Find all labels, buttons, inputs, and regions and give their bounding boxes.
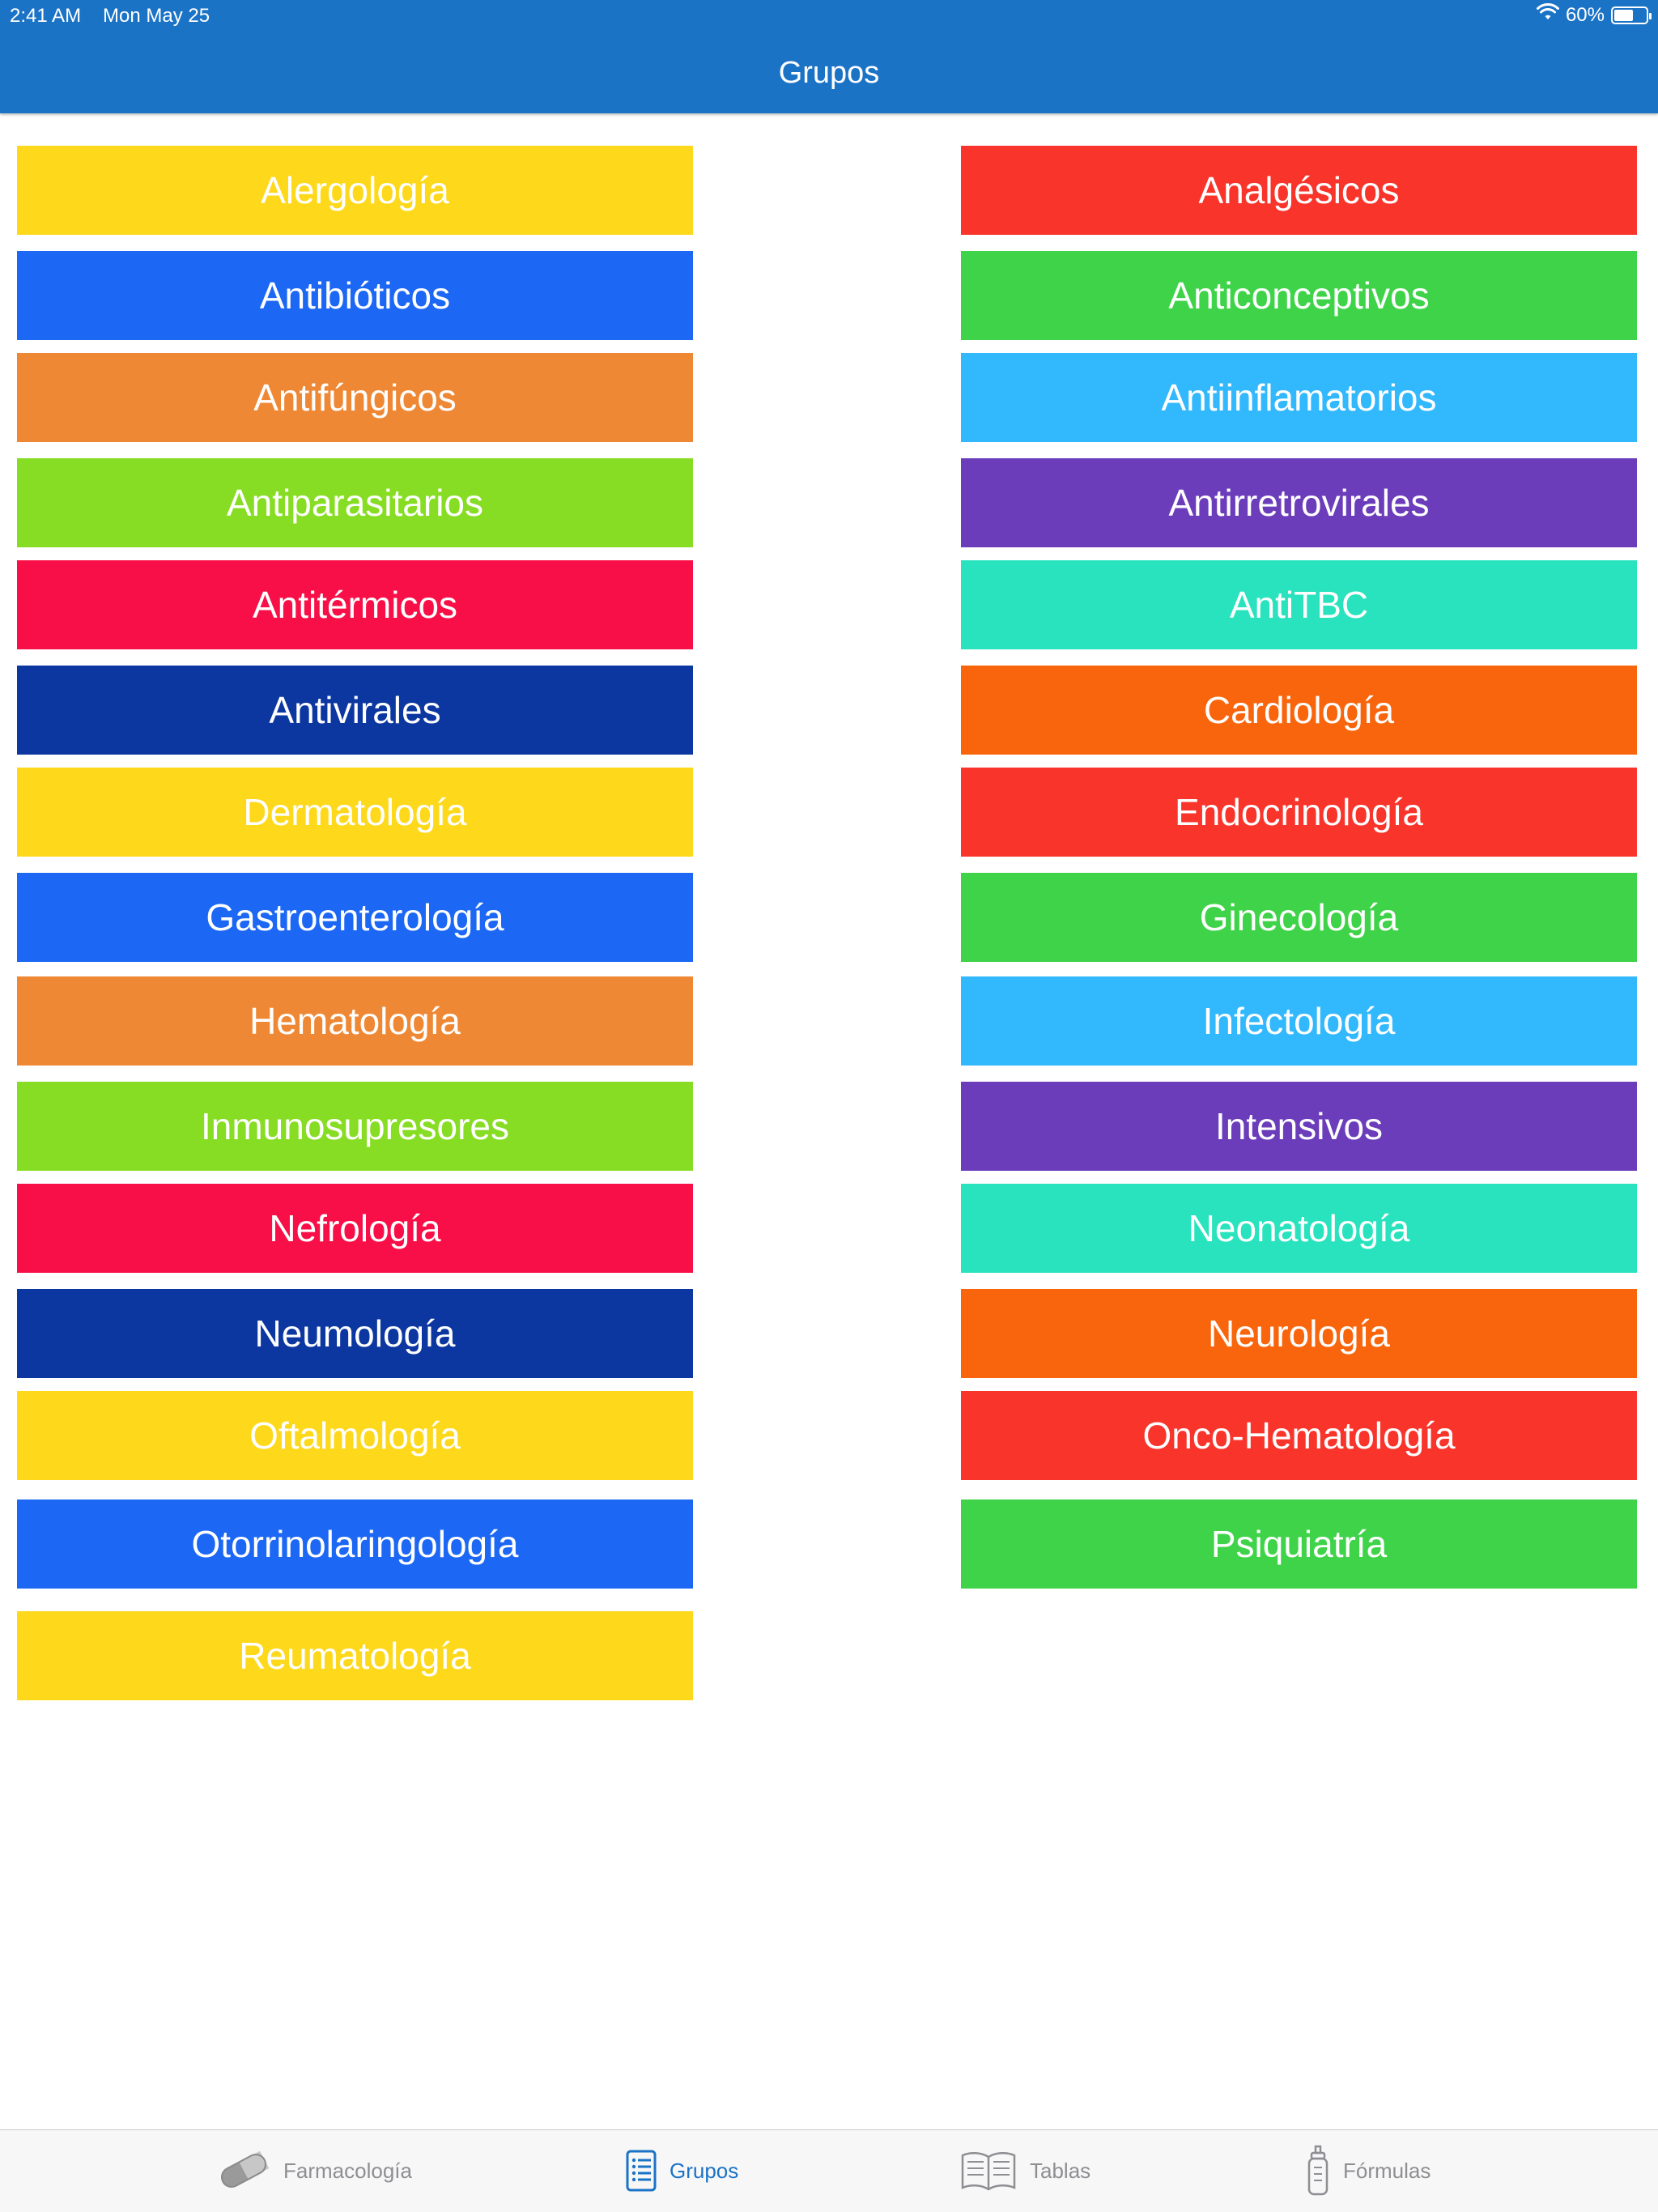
group-button-label: Neurología xyxy=(1207,1312,1391,1355)
group-button-alergologia[interactable]: Alergología xyxy=(17,146,693,235)
group-button-label: Oftalmología xyxy=(249,1414,461,1457)
group-button-label: Dermatología xyxy=(243,791,467,833)
group-button-label: Anticonceptivos xyxy=(1168,274,1430,317)
group-button-label: Intensivos xyxy=(1214,1105,1384,1147)
group-button-label: Ginecología xyxy=(1199,896,1399,938)
group-button-reumatologia[interactable]: Reumatología xyxy=(17,1611,693,1700)
tab-label: Grupos xyxy=(670,2158,739,2183)
group-button-neumologia[interactable]: Neumología xyxy=(17,1289,693,1378)
group-button-antitermicos[interactable]: Antitérmicos xyxy=(17,560,693,649)
group-button-nefrologia[interactable]: Nefrología xyxy=(17,1184,693,1273)
group-button-label: Neumología xyxy=(254,1312,456,1355)
group-button-label: Antiinflamatorios xyxy=(1161,376,1437,419)
tab-formulas[interactable]: Fórmulas xyxy=(1306,2130,1431,2211)
group-button-label: Onco-Hematología xyxy=(1142,1414,1456,1457)
book-icon xyxy=(960,2150,1017,2191)
group-button-label: Inmunosupresores xyxy=(201,1105,509,1147)
group-button-neurologia[interactable]: Neurología xyxy=(961,1289,1637,1378)
baby-bottle-icon xyxy=(1306,2145,1330,2197)
tab-label: Tablas xyxy=(1030,2158,1091,2183)
tab-label: Fórmulas xyxy=(1343,2158,1431,2183)
group-button-gastroenterologia[interactable]: Gastroenterología xyxy=(17,873,693,962)
group-button-antivirales[interactable]: Antivirales xyxy=(17,666,693,755)
group-button-infectologia[interactable]: Infectología xyxy=(961,976,1637,1066)
group-button-label: Cardiología xyxy=(1203,689,1395,731)
group-button-label: Alergología xyxy=(261,169,449,211)
group-button-otorrinolaringologia[interactable]: Otorrinolaringología xyxy=(17,1499,693,1589)
group-button-label: Antirretrovirales xyxy=(1168,482,1430,524)
group-button-label: Reumatología xyxy=(239,1635,471,1677)
group-button-cardiologia[interactable]: Cardiología xyxy=(961,666,1637,755)
group-button-label: Hematología xyxy=(249,1000,461,1042)
group-button-label: Infectología xyxy=(1202,1000,1396,1042)
group-button-ginecologia[interactable]: Ginecología xyxy=(961,873,1637,962)
pill-icon xyxy=(217,2150,270,2192)
group-button-neonatologia[interactable]: Neonatología xyxy=(961,1184,1637,1273)
group-button-psiquiatria[interactable]: Psiquiatría xyxy=(961,1499,1637,1589)
group-button-dermatologia[interactable]: Dermatología xyxy=(17,768,693,857)
group-button-label: AntiTBC xyxy=(1229,584,1369,626)
group-button-label: Antivirales xyxy=(269,689,441,731)
group-button-label: Otorrinolaringología xyxy=(191,1523,519,1565)
group-button-label: Nefrología xyxy=(269,1207,441,1249)
group-button-onco-hematologia[interactable]: Onco-Hematología xyxy=(961,1391,1637,1480)
group-button-label: Endocrinología xyxy=(1175,791,1423,833)
group-button-hematologia[interactable]: Hematología xyxy=(17,976,693,1066)
tab-tablas[interactable]: Tablas xyxy=(960,2130,1090,2211)
group-button-anticonceptivos[interactable]: Anticonceptivos xyxy=(961,251,1637,340)
group-button-antifungicos[interactable]: Antifúngicos xyxy=(17,353,693,442)
group-button-inmunosupresores[interactable]: Inmunosupresores xyxy=(17,1082,693,1171)
tab-label: Farmacología xyxy=(283,2158,412,2183)
tab-grupos[interactable]: Grupos xyxy=(626,2130,738,2211)
group-button-antiinflamatorios[interactable]: Antiinflamatorios xyxy=(961,353,1637,442)
group-button-label: Antitérmicos xyxy=(252,584,458,626)
group-button-label: Neonatología xyxy=(1188,1207,1410,1249)
group-button-label: Psiquiatría xyxy=(1210,1523,1388,1565)
group-button-label: Analgésicos xyxy=(1198,169,1400,211)
group-button-antiparasitarios[interactable]: Antiparasitarios xyxy=(17,458,693,547)
group-button-label: Gastroenterología xyxy=(206,896,504,938)
group-button-antibioticos[interactable]: Antibióticos xyxy=(17,251,693,340)
group-button-label: Antifúngicos xyxy=(253,376,457,419)
group-button-endocrinologia[interactable]: Endocrinología xyxy=(961,768,1637,857)
group-button-analgesicos[interactable]: Analgésicos xyxy=(961,146,1637,235)
group-grid: Alergología Antibióticos Antifúngicos Antip… xyxy=(0,0,1658,1943)
group-button-antitbc[interactable]: AntiTBC xyxy=(961,560,1637,649)
group-button-intensivos[interactable]: Intensivos xyxy=(961,1082,1637,1171)
group-button-antirretrovirales[interactable]: Antirretrovirales xyxy=(961,458,1637,547)
group-button-oftalmologia[interactable]: Oftalmología xyxy=(17,1391,693,1480)
tab-bar: Farmacología Grupos Tablas Fórmulas xyxy=(0,2129,1658,2212)
group-button-label: Antibióticos xyxy=(259,274,451,317)
tab-farmacologia[interactable]: Farmacología xyxy=(217,2130,412,2211)
list-icon xyxy=(626,2150,657,2192)
group-button-label: Antiparasitarios xyxy=(226,482,484,524)
